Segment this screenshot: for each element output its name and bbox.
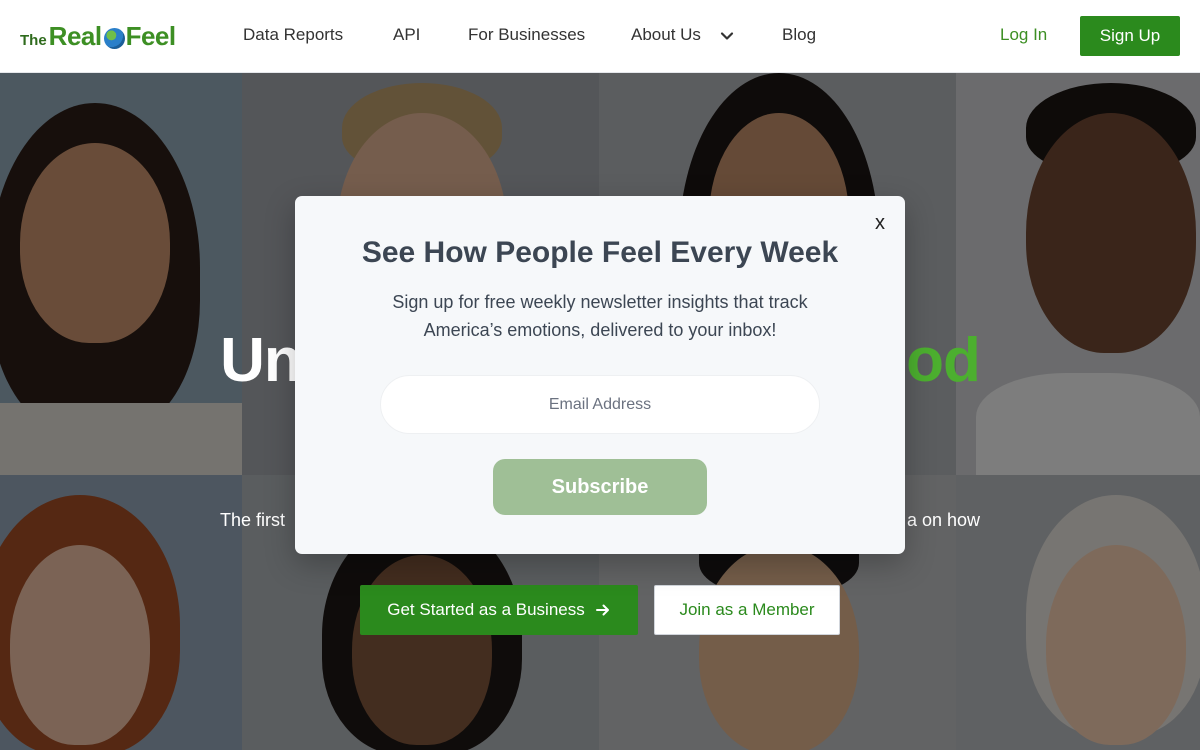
join-member-button[interactable]: Join as a Member xyxy=(654,585,840,635)
close-button[interactable]: x xyxy=(875,212,885,235)
nav-item-about-us[interactable]: About Us xyxy=(631,25,701,45)
top-navigation: The Real Feel Data Reports API For Busin… xyxy=(0,0,1200,73)
modal-description: Sign up for free weekly newsletter insig… xyxy=(392,292,808,340)
login-link[interactable]: Log In xyxy=(1000,25,1047,45)
logo[interactable]: The Real Feel xyxy=(20,21,177,52)
newsletter-modal: x See How People Feel Every Week Sign up… xyxy=(295,196,905,554)
logo-real: Real xyxy=(48,21,102,51)
logo-the: The xyxy=(20,32,47,49)
email-field[interactable] xyxy=(380,375,820,434)
hero-subtitle-end: a on how xyxy=(906,510,980,530)
chevron-down-icon[interactable] xyxy=(720,29,734,43)
get-started-business-button[interactable]: Get Started as a Business xyxy=(360,585,638,635)
modal-title: See How People Feel Every Week xyxy=(361,236,839,269)
arrow-right-icon xyxy=(595,604,609,616)
nav-item-data-reports[interactable]: Data Reports xyxy=(243,25,343,45)
hero-subtitle-start: The first xyxy=(220,510,286,530)
nav-item-api[interactable]: API xyxy=(393,25,420,45)
subscribe-button[interactable]: Subscribe xyxy=(493,459,707,515)
logo-feel: Feel xyxy=(125,21,177,51)
globe-icon xyxy=(103,28,125,49)
get-started-business-label: Get Started as a Business xyxy=(387,600,585,619)
nav-item-for-businesses[interactable]: For Businesses xyxy=(468,25,585,45)
nav-item-blog[interactable]: Blog xyxy=(782,25,816,45)
signup-button[interactable]: Sign Up xyxy=(1080,16,1180,56)
